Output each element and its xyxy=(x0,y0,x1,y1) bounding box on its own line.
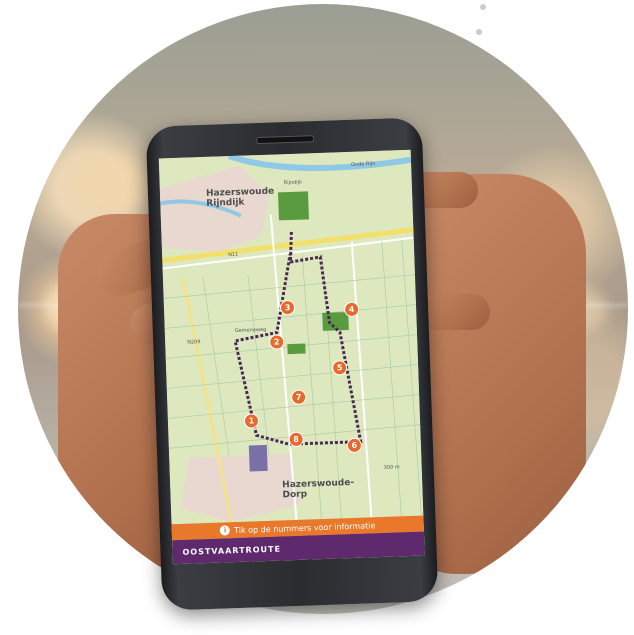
bokeh-light xyxy=(78,154,148,214)
road-label: Gemeneweg xyxy=(234,326,267,334)
decorative-dot-bottom xyxy=(476,29,482,35)
smartphone: Hazerswoude Rijndijk Hazerswoude- Dorp O… xyxy=(145,117,439,611)
road-label: N11 xyxy=(228,251,239,259)
road-label: Rijndijk xyxy=(283,179,303,187)
phone-speaker xyxy=(256,135,315,145)
river-label: Oude Rijn xyxy=(350,160,376,168)
town-label-north: Hazerswoude Rijndijk xyxy=(205,186,275,209)
road-label: N209 xyxy=(187,339,201,346)
scale-label: 300 m xyxy=(383,464,400,471)
brand-name: OOSTVAARTROUTE xyxy=(182,544,282,557)
phone-screen[interactable]: Hazerswoude Rijndijk Hazerswoude- Dorp O… xyxy=(158,149,425,565)
info-text: Tik op de nummers voor informatie xyxy=(233,520,376,535)
info-icon: i xyxy=(219,525,231,536)
decorative-dot-top xyxy=(480,4,486,10)
town-label-south: Hazerswoude- Dorp xyxy=(282,477,355,501)
